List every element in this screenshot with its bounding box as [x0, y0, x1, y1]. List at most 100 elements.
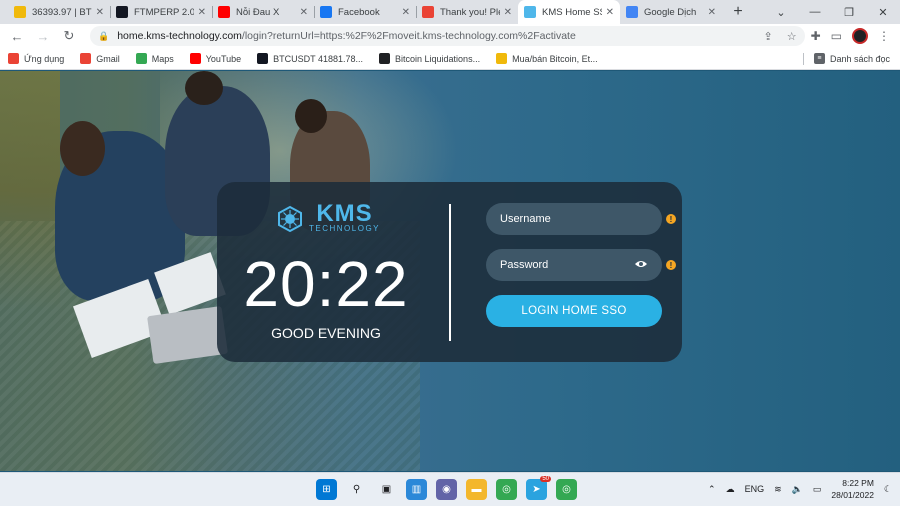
tray-overflow-chevron-icon[interactable]: ⌃	[708, 484, 716, 495]
tab-title: FTMPERP 2.01	[134, 6, 194, 18]
bitcoin-liq-icon	[379, 53, 391, 64]
forward-button[interactable]: →	[30, 29, 56, 44]
logo-wordmark: KMS	[316, 200, 373, 227]
system-clock[interactable]: 8:22 PM 28/01/2022	[831, 477, 874, 501]
tab-search-icon[interactable]: ⌄	[764, 6, 798, 19]
gmail-icon	[80, 53, 92, 64]
browser-tab[interactable]: Nỗi Đau X ✕	[212, 0, 314, 24]
browser-tab[interactable]: 36393.97 | BTC ✕	[8, 0, 110, 24]
share-icon[interactable]: ⇪	[764, 30, 773, 43]
bookmark-item[interactable]: Bitcoin Liquidations...	[379, 53, 480, 64]
login-button[interactable]: LOGIN HOME SSO	[486, 295, 662, 327]
greeting-text: GOOD EVENING	[271, 325, 381, 341]
reading-list-button[interactable]: Danh sách đọc	[830, 54, 890, 64]
tab-close-icon[interactable]: ✕	[96, 7, 104, 18]
username-field[interactable]: Username	[486, 203, 662, 235]
tab-title: KMS Home SS	[542, 6, 602, 18]
menu-kebab-icon[interactable]: ⋮	[878, 29, 890, 43]
chrome-profile-icon[interactable]: ◎	[556, 479, 577, 500]
password-warning-icon: !	[666, 260, 676, 270]
chrome-icon[interactable]: ◎	[496, 479, 517, 500]
url-host: home.kms-technology.com	[117, 30, 242, 42]
tab-title: Facebook	[338, 6, 380, 18]
system-time: 8:22 PM	[842, 478, 874, 488]
browser-tab[interactable]: Google Dịch ✕	[620, 0, 722, 24]
bookmark-label: Gmail	[96, 53, 120, 64]
youtube-icon	[189, 53, 201, 64]
wifi-icon[interactable]: ≋	[774, 484, 782, 495]
browser-tab[interactable]: FTMPERP 2.01 ✕	[110, 0, 212, 24]
tab-close-icon[interactable]: ✕	[708, 7, 716, 18]
tab-title: Nỗi Đau X	[236, 6, 280, 18]
username-warning-icon: !	[666, 214, 676, 224]
address-bar[interactable]: 🔒 home.kms-technology.com/login?returnUr…	[90, 26, 805, 46]
tradingview-icon	[257, 53, 269, 64]
teams-chat-icon[interactable]: ◉	[436, 479, 457, 500]
login-card: KMS TECHNOLOGY 20:22 GOOD EVENING Userna…	[217, 182, 682, 362]
bookmark-star-icon[interactable]: ☆	[787, 30, 797, 43]
maps-icon	[135, 53, 147, 64]
logo-subtitle: TECHNOLOGY	[309, 224, 381, 233]
bookmarks-bar: Ứng dụng Gmail Maps YouTube BTCUSDT 41881.78…	[0, 48, 900, 70]
bookmarks-divider	[802, 52, 804, 65]
tab-close-icon[interactable]: ✕	[198, 7, 206, 18]
lock-icon[interactable]: 🔒	[98, 31, 109, 42]
bookmark-item[interactable]: YouTube	[189, 53, 242, 64]
tray-cloud-icon[interactable]: ☁	[726, 484, 735, 495]
browser-tab[interactable]: KMS Home SS ✕	[518, 0, 620, 24]
bookmark-item[interactable]: Gmail	[80, 53, 120, 64]
notification-icon[interactable]: ☾	[884, 484, 892, 495]
login-page: KMS TECHNOLOGY 20:22 GOOD EVENING Userna…	[0, 71, 900, 471]
card-divider	[449, 204, 451, 341]
bookmark-label: Bitcoin Liquidations...	[395, 53, 481, 64]
task-view-icon[interactable]: ▣	[376, 479, 397, 500]
sidepanel-icon[interactable]: ▭	[831, 29, 842, 43]
tab-close-icon[interactable]: ✕	[504, 7, 512, 18]
bookmark-item[interactable]: Mua/bán Bitcoin, Et...	[496, 53, 598, 64]
bookmark-item[interactable]: BTCUSDT 41881.78...	[257, 53, 363, 64]
tab-strip: 36393.97 | BTC✕FTMPERP 2.01✕Nỗi Đau X✕Fa…	[0, 0, 900, 24]
bookmark-item[interactable]: Ứng dụng	[8, 53, 64, 64]
kms-logo: KMS TECHNOLOGY	[277, 200, 381, 234]
bookmark-label: YouTube	[205, 53, 242, 64]
unread-badge: 50	[540, 476, 551, 482]
language-indicator[interactable]: ENG	[745, 484, 765, 494]
battery-icon[interactable]: ▭	[813, 484, 822, 495]
background-person-3-head	[295, 99, 327, 133]
binance-icon	[496, 53, 508, 64]
background-person-2-head	[185, 71, 223, 105]
telegram-icon[interactable]: ➤ 50	[526, 476, 551, 500]
tab-close-icon[interactable]: ✕	[402, 7, 410, 18]
bookmark-item[interactable]: Maps	[135, 53, 174, 64]
tab-close-icon[interactable]: ✕	[606, 7, 614, 18]
profile-avatar[interactable]	[852, 28, 868, 44]
bookmark-label: Mua/bán Bitcoin, Et...	[512, 53, 598, 64]
reading-list-icon: ≡	[813, 53, 825, 64]
background-person-1-head	[60, 121, 105, 176]
show-password-eye-icon[interactable]	[634, 258, 648, 272]
close-window-button[interactable]: ✕	[866, 6, 900, 19]
tab-title: Thank you! Ple	[440, 6, 500, 18]
kms-icon	[524, 6, 536, 18]
tab-close-icon[interactable]: ✕	[300, 7, 308, 18]
extensions-icon[interactable]: ✚	[811, 29, 821, 43]
password-placeholder: Password	[500, 259, 549, 271]
browser-tab[interactable]: Thank you! Ple ✕	[416, 0, 518, 24]
kms-logo-mark-icon	[278, 206, 302, 232]
windows-start-icon[interactable]: ⊞	[316, 479, 337, 500]
search-icon[interactable]: ⚲	[346, 479, 367, 500]
browser-tab[interactable]: Facebook ✕	[314, 0, 416, 24]
widgets-icon[interactable]: ▥	[406, 479, 427, 500]
binance-icon	[14, 6, 26, 18]
windows-taskbar: ⊞ ⚲ ▣ ▥ ◉ ▬ ◎ ➤ 50 ◎ ⌃ ☁ ENG ≋ 🔈 ▭ 8:22 PM 28/01/…	[0, 472, 900, 506]
password-field[interactable]: Password	[486, 249, 662, 281]
back-button[interactable]: ←	[4, 29, 30, 44]
minimize-button[interactable]: —	[798, 6, 832, 18]
volume-icon[interactable]: 🔈	[792, 484, 803, 495]
url-path: /login?returnUrl=https:%2F%2Fmoveit.kms-…	[241, 30, 576, 42]
new-tab-button[interactable]: +	[726, 0, 750, 24]
bookmark-label: Ứng dụng	[24, 53, 65, 64]
reload-button[interactable]: ↻	[56, 28, 82, 44]
restore-button[interactable]: ❐	[832, 6, 866, 19]
file-explorer-icon[interactable]: ▬	[466, 479, 487, 500]
